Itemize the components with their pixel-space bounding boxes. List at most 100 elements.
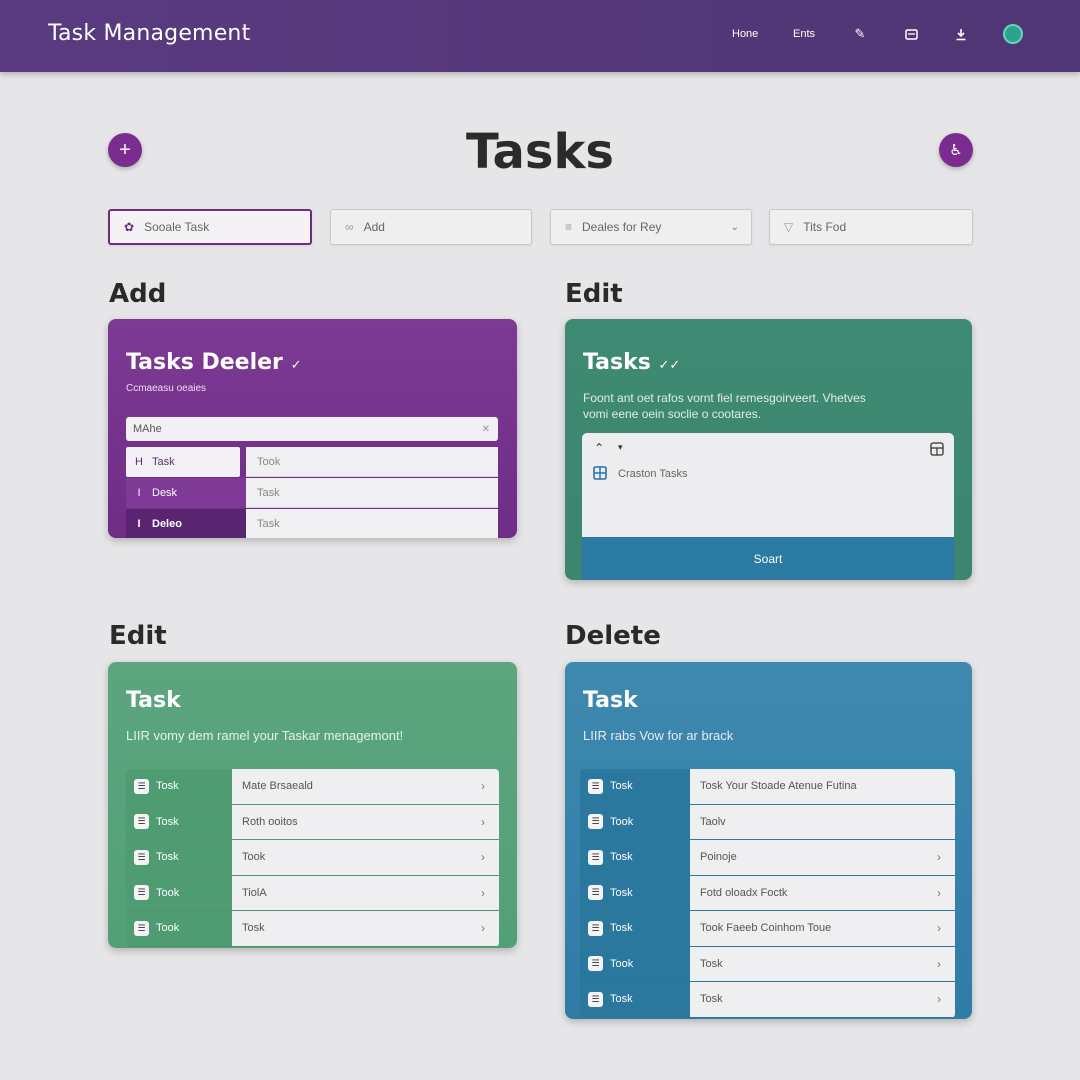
top-navigation-bar: Task Management Hone Ents ✎ — [0, 0, 1080, 72]
sort-icon: ▽ — [784, 220, 794, 234]
task-list-item[interactable]: Task — [246, 509, 498, 538]
row-value: Mate Brsaeald — [242, 780, 313, 793]
chevron-right-icon: › — [481, 921, 485, 936]
download-icon[interactable] — [951, 24, 971, 44]
chevron-right-icon: › — [481, 779, 485, 794]
table-row[interactable]: ☰ Tosk Fotd oloadx Foctk › — [580, 875, 955, 911]
task-list-item[interactable]: Task — [246, 478, 498, 508]
table-row[interactable]: ☰ Tosk Mate Brsaeald › — [126, 769, 499, 805]
side-item-task[interactable]: H Task — [126, 447, 240, 477]
chevron-right-icon: › — [937, 885, 941, 900]
table-row[interactable]: ☰ Took TiolA › — [126, 875, 499, 911]
card-title: Tasks ✓✓ — [583, 350, 681, 375]
card-description: LIIR vomy dem ramel your Taskar menagemo… — [126, 728, 404, 743]
row-value: Took — [242, 851, 266, 864]
filter-label: Deales for Rey — [582, 220, 662, 234]
chevron-right-icon: › — [481, 814, 485, 829]
table-row[interactable]: ☰ Tosk Roth ooitos › — [126, 804, 499, 840]
table-row[interactable]: ☰ Took Tosk › — [126, 911, 499, 947]
chevron-right-icon: › — [481, 885, 485, 900]
close-icon[interactable]: ✕ — [482, 424, 490, 435]
card-title: Task — [583, 688, 638, 713]
row-value: Took Faeeb Coinhom Toue — [700, 922, 832, 935]
chevron-right-icon: › — [481, 850, 485, 865]
deadline-filter-dropdown[interactable]: ≡ Deales for Rey ⌄ — [550, 209, 752, 245]
sort-filter[interactable]: ▽ Tits Fod — [769, 209, 973, 245]
table-row[interactable]: ☰ Tosk Tosk › — [580, 982, 955, 1018]
row-value: Poinoje — [700, 851, 737, 864]
table-row[interactable]: ☰ Tosk Poinoje › — [580, 840, 955, 876]
card-title: Tasks Deeler ✓ — [126, 350, 302, 375]
row-label: Took — [156, 922, 180, 935]
row-label: Took — [610, 957, 634, 970]
row-value: TiolA — [242, 886, 267, 899]
filter-label: Add — [363, 220, 385, 234]
side-item-label: Desk — [152, 487, 178, 499]
table-row[interactable]: ☰ Tosk Took Faeeb Coinhom Toue › — [580, 911, 955, 947]
chevron-right-icon: › — [937, 956, 941, 971]
row-value: Taolv — [700, 815, 726, 828]
link-icon: ∞ — [345, 220, 354, 234]
row-value: Fotd oloadx Foctk — [700, 886, 788, 899]
chevron-right-icon: › — [937, 992, 941, 1007]
layout-icon[interactable] — [930, 442, 944, 461]
task-name-input[interactable]: MAhe ✕ — [126, 417, 498, 441]
check-icon: ✓ — [290, 358, 302, 373]
task-icon: ☰ — [588, 814, 603, 830]
row-label: Tosk — [610, 993, 633, 1006]
bar-icon: I — [137, 518, 141, 530]
edit-panel: ⌃ ▾ Craston Tasks Soart — [582, 433, 954, 580]
task-icon: ☰ — [588, 849, 603, 865]
add-filter[interactable]: ∞ Add — [330, 209, 532, 245]
task-list-item[interactable]: Took — [246, 447, 498, 477]
table-row[interactable]: ☰ Took Taolv — [580, 804, 955, 840]
task-icon: ☰ — [134, 778, 149, 794]
task-icon: ☰ — [588, 778, 603, 794]
row-label: Took — [156, 886, 180, 899]
delete-task-card: Task LIIR rabs Vow for ar brack ☰ Tosk To… — [565, 662, 972, 1019]
row-label: Tosk — [156, 851, 179, 864]
side-item-delete[interactable]: I Deleo — [126, 509, 246, 538]
row-label: Tosk — [610, 780, 633, 793]
filter-label: Tits Fod — [803, 220, 847, 234]
pencil-icon[interactable]: ✎ — [850, 24, 870, 44]
row-value: Tosk Your Stoade Atenue Futina — [700, 780, 857, 793]
table-row[interactable]: ☰ Took Tosk › — [580, 946, 955, 982]
grid-icon — [593, 466, 607, 485]
add-task-card: Tasks Deeler ✓ Ccmaeasu oeaies MAhe ✕ H … — [108, 319, 517, 538]
filter-label: Sooale Task — [144, 220, 210, 234]
row-label: Tosk — [156, 815, 179, 828]
task-list: ☰ Tosk Tosk Your Stoade Atenue Futina ☰ To… — [580, 769, 955, 1018]
chevron-right-icon: › — [937, 850, 941, 865]
bar-icon: I — [137, 487, 141, 499]
user-settings-button[interactable]: ♿ — [939, 133, 973, 167]
side-item-label: Deleo — [152, 518, 182, 530]
task-icon: ☰ — [134, 920, 149, 936]
row-label: Tosk — [610, 922, 633, 935]
start-button[interactable]: Soart — [582, 537, 954, 580]
card-subtitle: Ccmaeasu oeaies — [126, 383, 207, 394]
section-heading-edit: Edit — [565, 279, 623, 309]
section-heading-delete: Delete — [565, 621, 661, 651]
search-task-filter[interactable]: ✿ Sooale Task — [108, 209, 312, 245]
row-label: Tosk — [610, 851, 633, 864]
edit-task-card: Tasks ✓✓ Foont ant oet rafos vornt fiel … — [565, 319, 972, 580]
table-row[interactable]: ☰ Tosk Took › — [126, 840, 499, 876]
page-title: Tasks — [465, 124, 614, 180]
dropdown-icon[interactable]: ▾ — [618, 442, 623, 453]
table-row[interactable]: ☰ Tosk Tosk Your Stoade Atenue Futina — [580, 769, 955, 805]
double-check-icon: ✓✓ — [658, 358, 681, 373]
save-icon[interactable] — [901, 24, 921, 44]
app-title: Task Management — [48, 21, 251, 46]
chevron-right-icon: › — [937, 921, 941, 936]
card-description: LIIR rabs Vow for ar brack — [583, 728, 734, 743]
row-value: Tosk — [700, 957, 723, 970]
chevron-up-icon[interactable]: ⌃ — [594, 441, 604, 455]
row-label: Tosk — [610, 886, 633, 899]
row-value: Roth ooitos — [242, 815, 298, 828]
nav-link-ents[interactable]: Ents — [793, 28, 815, 40]
nav-link-home[interactable]: Hone — [732, 28, 758, 40]
avatar[interactable] — [1003, 24, 1023, 44]
row-value: Tosk — [242, 922, 265, 935]
side-item-desk[interactable]: I Desk — [126, 478, 246, 508]
